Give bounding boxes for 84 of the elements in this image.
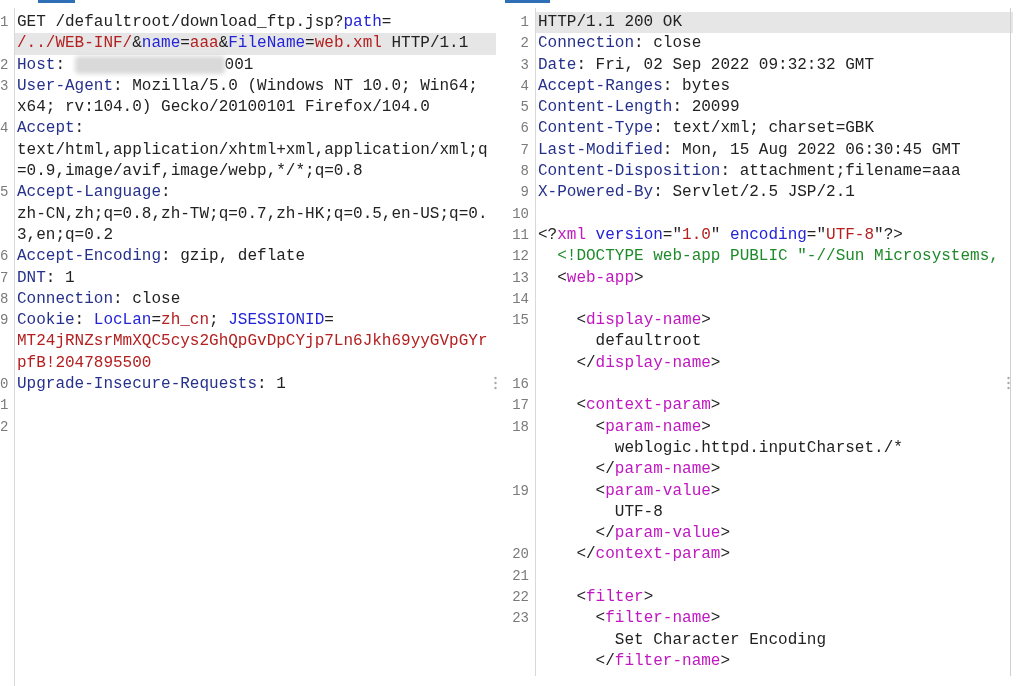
- line-number: 4: [0, 120, 9, 137]
- active-tab-indicator: [505, 0, 550, 3]
- code-line: </param-name>: [594, 459, 721, 481]
- line-number: 0: [0, 376, 9, 393]
- line-number: 4: [520, 77, 529, 94]
- code-line: x64; rv:104.0) Gecko/20100101 Firefox/104.0: [16, 97, 430, 119]
- code-line: <param-value>: [594, 480, 721, 502]
- code-line: <param-name>: [594, 416, 711, 438]
- line-number: 5: [0, 184, 9, 201]
- code-text: Host: [17, 54, 56, 76]
- drag-handle-icon[interactable]: [1007, 376, 1010, 390]
- line-number: 2: [520, 35, 529, 52]
- line-number: 19: [512, 482, 529, 499]
- code-line: Set Character Encoding: [613, 629, 827, 651]
- code-line: GET /defaultroot/download_ftp.jsp?path=: [16, 12, 392, 33]
- line-number: 8: [0, 290, 9, 307]
- line-number: 1: [0, 14, 9, 30]
- code-line: <display-name>: [575, 310, 711, 332]
- code-line: Content-Type: text/xml; charset=GBK: [537, 118, 875, 140]
- code-line: <filter-name>: [594, 608, 721, 630]
- line-number: 18: [512, 418, 529, 435]
- line-number: 21: [512, 567, 529, 584]
- code-line: DNT: 1: [16, 267, 75, 289]
- code-line: </filter-name>: [594, 650, 731, 672]
- code-line: =0.9,image/avif,image/webp,*/*;q=0.8: [16, 161, 363, 183]
- code-line: Upgrade-Insecure-Requests: 1: [16, 374, 286, 396]
- active-tab-indicator: [38, 0, 75, 3]
- code-line: Connection: close: [537, 33, 702, 55]
- code-line: Cookie: LocLan=zh_cn; JSESSIONID=: [16, 310, 334, 332]
- line-number: 14: [512, 290, 529, 307]
- line-number: 9: [0, 312, 9, 329]
- code-line: zh-CN,zh;q=0.8,zh-TW;q=0.7,zh-HK;q=0.5,en-US;q=0.: [16, 203, 488, 225]
- line-number: 11: [512, 226, 529, 243]
- code-line: <web-app>: [556, 267, 644, 289]
- line-number: 17: [512, 397, 529, 414]
- line-number: 7: [0, 269, 9, 286]
- code-line: X-Powered-By: Servlet/2.5 JSP/2.1: [537, 182, 855, 204]
- code-line: <!DOCTYPE web-app PUBLIC "-//Sun Microsystems,: [556, 246, 999, 268]
- line-number: 6: [0, 248, 9, 265]
- line-number: 7: [520, 141, 529, 158]
- line-number: 16: [512, 376, 529, 393]
- code-line: Last-Modified: Mon, 15 Aug 2022 06:30:45 GMT: [537, 139, 961, 161]
- line-number: 3: [0, 77, 9, 94]
- drag-handle-icon[interactable]: [494, 376, 497, 390]
- code-text: :: [55, 54, 66, 76]
- line-number: 3: [520, 56, 529, 73]
- code-line: Accept-Encoding: gzip, deflate: [16, 246, 306, 268]
- code-line: Date: Fri, 02 Sep 2022 09:32:32 GMT: [537, 54, 875, 76]
- code-line: UTF-8: [613, 501, 663, 523]
- line-number: 13: [512, 269, 529, 286]
- line-number: 5: [520, 99, 529, 116]
- line-number: 15: [512, 312, 529, 329]
- code-line: <filter>: [575, 587, 654, 608]
- code-text: 001: [224, 54, 254, 76]
- line-number: 1: [0, 397, 9, 414]
- code-line: </context-param>: [575, 544, 731, 566]
- code-line: Accept:: [16, 118, 85, 140]
- line-number: 1: [520, 14, 529, 30]
- code-line: </display-name>: [575, 352, 721, 374]
- line-number: 23: [512, 610, 529, 627]
- code-line: 3,en;q=0.2: [16, 224, 113, 246]
- line-number: 8: [520, 163, 529, 180]
- code-line: defaultroot: [594, 331, 702, 353]
- code-line: Content-Length: 20099: [537, 97, 740, 119]
- line-number: 20: [512, 546, 529, 563]
- line-number: 22: [512, 589, 529, 605]
- code-line: Accept-Language:: [16, 182, 171, 204]
- line-number: 10: [512, 205, 529, 222]
- code-line: weblogic.httpd.inputCharset./*: [613, 437, 903, 459]
- code-line: </param-value>: [594, 523, 731, 545]
- code-line: <?xml version="1.0" encoding="UTF-8"?>: [537, 224, 903, 246]
- code-line: <context-param>: [575, 395, 721, 417]
- line-number: 6: [520, 120, 529, 137]
- line-number: 12: [512, 248, 529, 265]
- line-number: 2: [0, 56, 9, 73]
- code-line: Connection: close: [16, 288, 181, 310]
- line-number: 2: [0, 418, 9, 435]
- code-line: User-Agent: Mozilla/5.0 (Windows NT 10.0; Win64;: [16, 75, 478, 97]
- code-line: pfB!2047895500: [16, 352, 152, 374]
- code-line: Accept-Ranges: bytes: [537, 75, 731, 97]
- line-number: 9: [520, 184, 529, 201]
- code-line: Content-Disposition: attachment;filename=aaa: [537, 161, 961, 183]
- code-line: text/html,application/xhtml+xml,application/xml;q: [16, 139, 488, 161]
- code-line: MT24jRNZsrMmXQC5cys2GhQpGvDpCYjp7Ln6Jkh69yyGVpGYr: [16, 331, 488, 353]
